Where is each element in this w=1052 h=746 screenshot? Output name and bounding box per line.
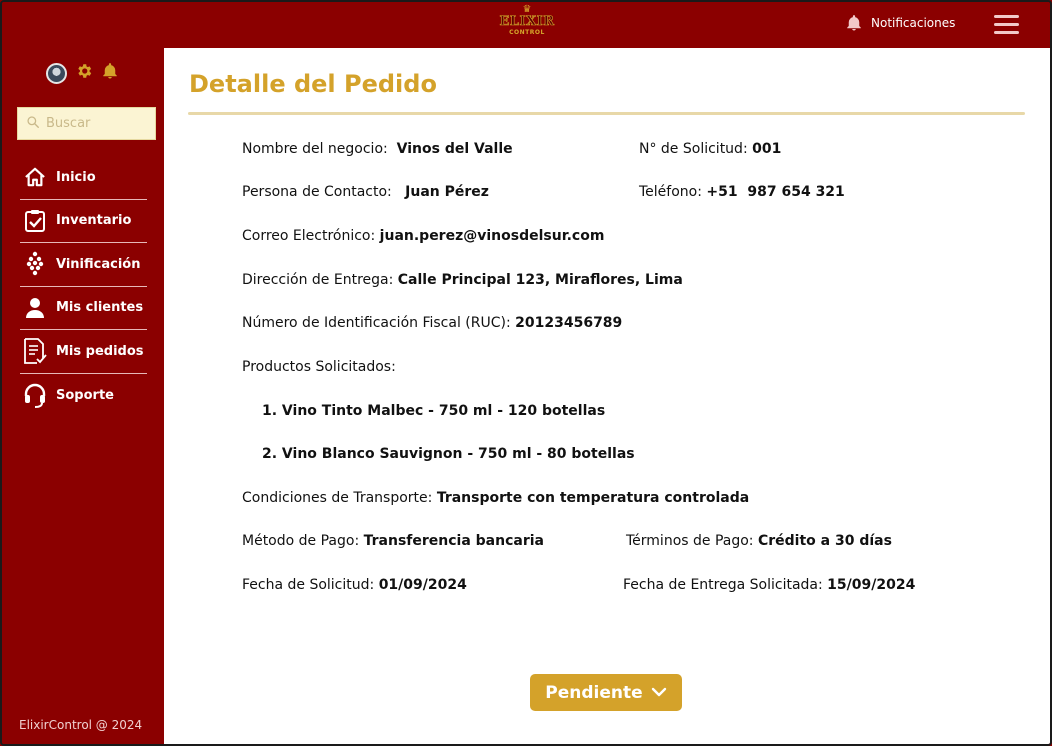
field-value: +51 987 654 321 — [706, 184, 845, 200]
field-value: Juan Pérez — [405, 184, 489, 200]
headset-icon — [22, 382, 48, 409]
field-label: Fecha de Solicitud: — [242, 577, 375, 593]
bell-icon — [845, 14, 863, 32]
sidebar-item-label: Mis clientes — [56, 300, 144, 316]
payment-method-field: Método de Pago: Transferencia bancaria — [242, 533, 544, 549]
field-value: 001 — [752, 141, 782, 157]
field-value: 15/09/2024 — [827, 577, 916, 593]
search-input[interactable] — [46, 116, 146, 131]
sidebar-item-label: Vinificación — [56, 256, 141, 272]
field-label: Condiciones de Transporte: — [242, 490, 433, 506]
field-label: Términos de Pago: — [626, 533, 754, 549]
sidebar: Inicio Inventario Vinificación Mis clien… — [2, 46, 163, 744]
sidebar-item-mis-pedidos[interactable]: Mis pedidos — [20, 330, 147, 374]
avatar[interactable] — [46, 62, 67, 84]
sidebar-item-label: Soporte — [56, 387, 114, 403]
field-value: 01/09/2024 — [378, 577, 467, 593]
ruc-field: Número de Identificación Fiscal (RUC): 2… — [242, 315, 622, 331]
top-bar: ♛ ELIXIR CONTROL Notificaciones — [2, 2, 1050, 46]
sidebar-footer: ElixirControl @ 2024 — [19, 718, 143, 732]
delivery-date-field: Fecha de Entrega Solicitada: 15/09/2024 — [623, 577, 915, 593]
sidebar-nav: Inicio Inventario Vinificación Mis clien… — [20, 156, 147, 417]
payment-terms-field: Términos de Pago: Crédito a 30 días — [626, 533, 892, 549]
sidebar-quick-icons — [46, 62, 119, 84]
document-icon — [22, 337, 48, 365]
field-value: Transferencia bancaria — [363, 533, 544, 549]
status-label: Pendiente — [545, 682, 643, 703]
email-field: Correo Electrónico: juan.perez@vinosdels… — [242, 228, 604, 244]
gear-icon[interactable] — [75, 62, 93, 84]
product-item: 2. Vino Blanco Sauvignon - 750 ml - 80 b… — [262, 446, 635, 462]
logo-text: ELIXIR — [499, 14, 555, 29]
title-divider — [188, 112, 1025, 115]
search-icon — [26, 114, 40, 133]
clipboard-check-icon — [22, 209, 48, 233]
field-label: Dirección de Entrega: — [242, 272, 394, 288]
app-logo[interactable]: ♛ ELIXIR CONTROL — [499, 5, 555, 43]
user-icon — [22, 297, 48, 319]
field-value: Vinos del Valle — [396, 141, 513, 157]
phone-field: Teléfono: +51 987 654 321 — [639, 184, 845, 200]
order-detail-panel: Detalle del Pedido Nombre del negocio: V… — [164, 48, 1050, 744]
field-label: Método de Pago: — [242, 533, 360, 549]
field-label: Correo Electrónico: — [242, 228, 376, 244]
field-value: juan.perez@vinosdelsur.com — [379, 228, 605, 244]
home-icon — [22, 167, 48, 187]
sidebar-item-inventario[interactable]: Inventario — [20, 200, 147, 243]
status-dropdown-button[interactable]: Pendiente — [530, 674, 682, 711]
chevron-down-icon — [651, 683, 667, 703]
sidebar-item-inicio[interactable]: Inicio — [20, 156, 147, 200]
field-value: Crédito a 30 días — [757, 533, 892, 549]
products-label: Productos Solicitados: — [242, 359, 396, 375]
search-box[interactable] — [17, 107, 156, 140]
field-value: 20123456789 — [515, 315, 623, 331]
field-label: Persona de Contacto: — [242, 184, 392, 200]
page-title: Detalle del Pedido — [189, 70, 437, 98]
sidebar-item-mis-clientes[interactable]: Mis clientes — [20, 287, 147, 330]
app-window: ♛ ELIXIR CONTROL Notificaciones Buscar I… — [0, 0, 1052, 746]
request-date-field: Fecha de Solicitud: 01/09/2024 — [242, 577, 467, 593]
logo-subtext: CONTROL — [509, 29, 545, 36]
bell-icon[interactable] — [101, 62, 119, 84]
request-number-field: N° de Solicitud: 001 — [639, 141, 781, 157]
field-label: Nombre del negocio: — [242, 141, 388, 157]
sidebar-item-label: Inventario — [56, 213, 132, 229]
transport-field: Condiciones de Transporte: Transporte co… — [242, 490, 749, 506]
notifications-label: Notificaciones — [871, 16, 956, 30]
sidebar-item-vinificacion[interactable]: Vinificación — [20, 243, 147, 287]
grapes-icon — [22, 251, 48, 277]
business-name-field: Nombre del negocio: Vinos del Valle — [242, 141, 513, 157]
field-label: Número de Identificación Fiscal (RUC): — [242, 315, 511, 331]
sidebar-item-label: Mis pedidos — [56, 343, 144, 359]
notifications-button[interactable]: Notificaciones — [845, 14, 955, 32]
field-value: Calle Principal 123, Miraflores, Lima — [397, 272, 683, 288]
contact-field: Persona de Contacto: Juan Pérez — [242, 184, 489, 200]
sidebar-item-label: Inicio — [56, 169, 96, 185]
menu-icon[interactable] — [994, 15, 1020, 35]
field-label: Fecha de Entrega Solicitada: — [623, 577, 823, 593]
field-label: Teléfono: — [639, 184, 702, 200]
field-label: N° de Solicitud: — [639, 141, 748, 157]
address-field: Dirección de Entrega: Calle Principal 12… — [242, 272, 683, 288]
product-item: 1. Vino Tinto Malbec - 750 ml - 120 bote… — [262, 403, 606, 419]
sidebar-item-soporte[interactable]: Soporte — [20, 374, 147, 418]
field-value: Transporte con temperatura controlada — [436, 490, 750, 506]
